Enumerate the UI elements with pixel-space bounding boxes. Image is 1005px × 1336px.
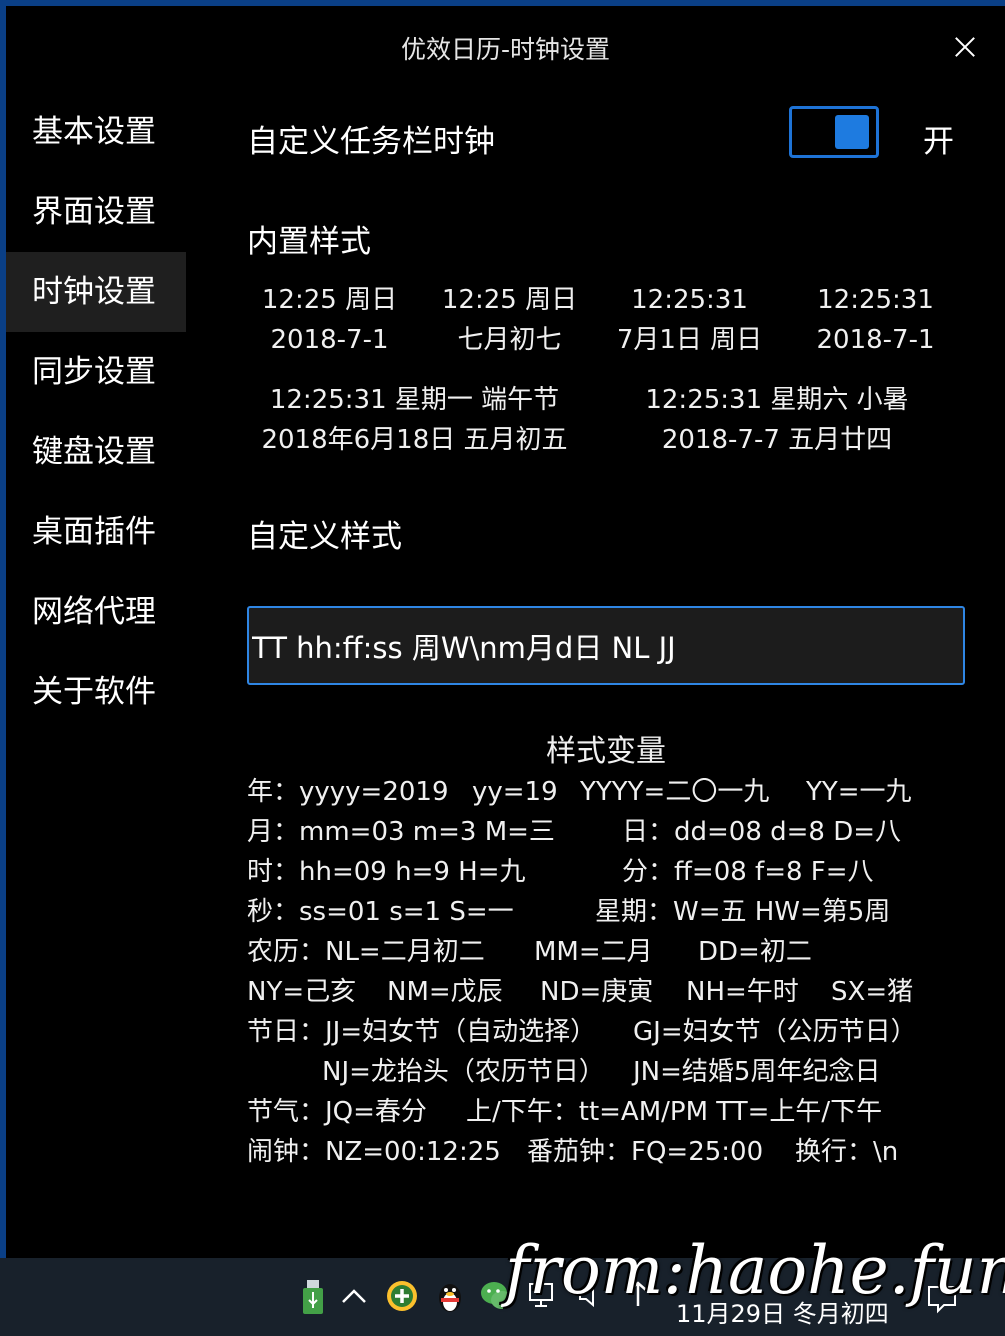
usb-icon[interactable] [300,1280,326,1314]
sidebar-item-proxy[interactable]: 网络代理 [6,572,186,652]
chevron-up-icon[interactable] [340,1286,368,1306]
preset-line2: 2018年6月18日 五月初五 [261,425,568,455]
clock-settings-panel: 自定义任务栏时钟 开 内置样式 12:25 周日 2018-7-1 12:25 … [247,6,987,1256]
preset-line1: 12:25:31 星期一 端午节 [269,385,560,415]
preset-style-5[interactable]: 12:25:31 星期一 端午节 2018年6月18日 五月初五 [247,380,582,460]
preset-line2: 2018-7-7 五月廿四 [661,425,893,455]
preset-style-6[interactable]: 12:25:31 星期六 小暑 2018-7-7 五月廿四 [627,380,927,460]
var-line-lunar: 农历：NL=二月初二 MM=二月 DD=初二 [247,937,812,967]
custom-format-input[interactable] [247,606,965,685]
var-line-year: 年：yyyy=2019 yy=19 YYYY=二〇一九 YY=一九 [247,777,912,807]
sidebar-item-interface[interactable]: 界面设置 [6,172,186,252]
preset-style-3[interactable]: 12:25:31 7月1日 周日 [607,280,772,360]
style-variables-list: 年：yyyy=2019 yy=19 YYYY=二〇一九 YY=一九 月：mm=0… [247,772,987,1172]
qq-penguin-icon[interactable] [436,1278,464,1314]
var-line-lunar-ganzhi: NY=己亥 NM=戊辰 ND=庚寅 NH=午时 SX=猪 [247,977,914,1007]
preset-line2: 2018-7-1 [270,325,389,355]
sidebar-item-about[interactable]: 关于软件 [6,652,186,732]
sidebar-item-sync[interactable]: 同步设置 [6,332,186,412]
var-line-solar-term: 节气：JQ=春分 上/下午：tt=AM/PM TT=上午/下午 [247,1097,883,1127]
preset-style-4[interactable]: 12:25:31 2018-7-1 [793,280,958,360]
var-line-alarm: 闹钟：NZ=00:12:25 番茄钟：FQ=25:00 换行：\n [247,1137,899,1167]
preset-line2: 7月1日 周日 [616,325,763,355]
var-line-month-day: 月：mm=03 m=3 M=三 日：dd=08 d=8 D=八 [247,817,902,847]
preset-line1: 12:25:31 星期六 小暑 [645,385,909,415]
preset-line2: 2018-7-1 [816,325,935,355]
sidebar-item-desktop-widget[interactable]: 桌面插件 [6,492,186,572]
sidebar-item-keyboard[interactable]: 键盘设置 [6,412,186,492]
preset-line1: 12:25 周日 [441,285,578,315]
toggle-state-label: 开 [923,124,954,160]
settings-window: 优效日历-时钟设置 基本设置 界面设置 时钟设置 同步设置 键盘设置 桌面插件 … [6,6,1005,1258]
sidebar-item-clock[interactable]: 时钟设置 [6,252,186,332]
custom-clock-label: 自定义任务栏时钟 [247,124,495,160]
preset-line1: 12:25:31 [817,285,934,315]
custom-clock-toggle[interactable] [789,106,879,158]
sidebar: 基本设置 界面设置 时钟设置 同步设置 键盘设置 桌面插件 网络代理 关于软件 [6,92,186,732]
add-circle-icon[interactable] [386,1280,418,1312]
builtin-styles-title: 内置样式 [247,224,371,260]
watermark: from:haohe.fun [505,1232,1005,1309]
preset-line2: 七月初七 [457,325,562,355]
preset-line1: 12:25:31 [631,285,748,315]
sidebar-item-basic[interactable]: 基本设置 [6,92,186,172]
var-line-hour-minute: 时：hh=09 h=9 H=九 分：ff=08 f=8 F=八 [247,857,874,887]
preset-line1: 12:25 周日 [261,285,398,315]
preset-style-1[interactable]: 12:25 周日 2018-7-1 [247,280,412,360]
style-variables-title: 样式变量 [546,734,666,769]
var-line-second-week: 秒：ss=01 s=1 S=一 星期：W=五 HW=第5周 [247,897,891,927]
var-line-festival: 节日：JJ=妇女节（自动选择） GJ=妇女节（公历节日） [247,1017,917,1047]
custom-styles-title: 自定义样式 [247,519,402,555]
var-line-festival-2: NJ=龙抬头（农历节日） JN=结婚5周年纪念日 [322,1057,881,1087]
preset-style-2[interactable]: 12:25 周日 七月初七 [427,280,592,360]
toggle-knob [835,115,869,149]
